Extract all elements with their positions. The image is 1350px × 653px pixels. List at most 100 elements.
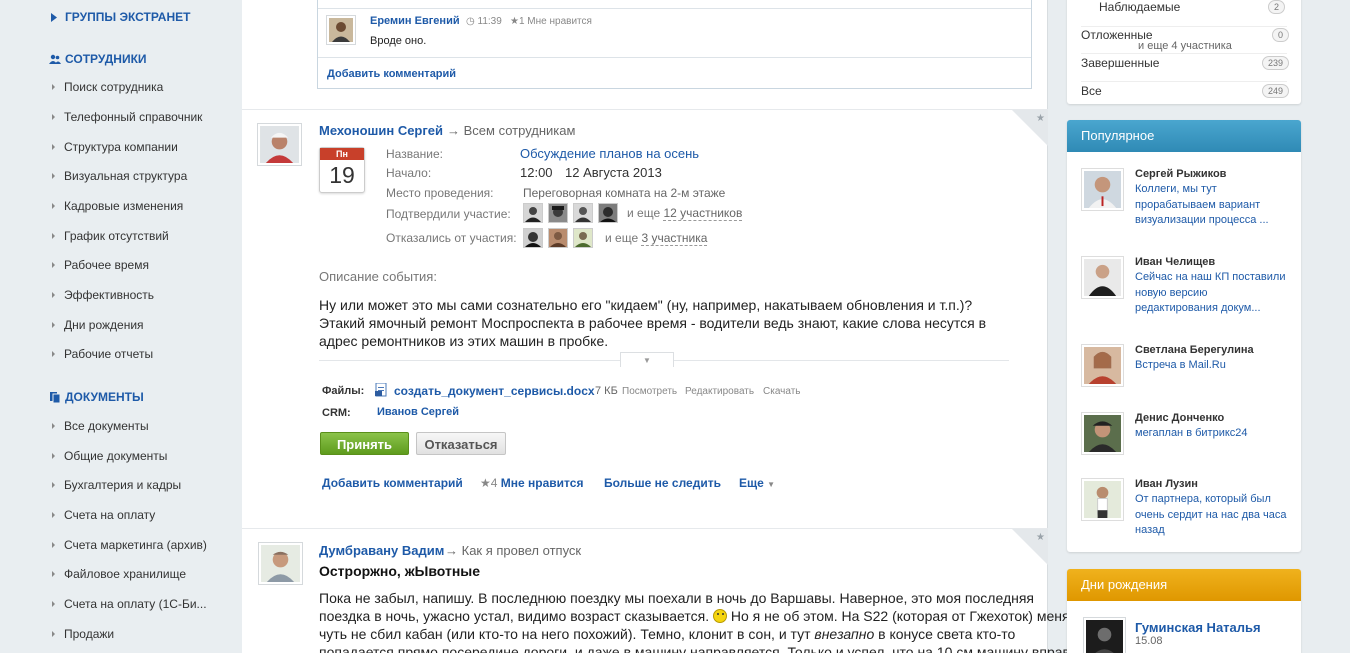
popular-item-link[interactable]: мегаплан в битрикс24 — [1135, 426, 1291, 442]
avatar[interactable] — [1081, 256, 1124, 299]
avatar[interactable] — [1083, 617, 1126, 653]
post-recipients-label[interactable]: Как я провел отпуск — [462, 543, 582, 558]
sidebar-item-label: Счета на оплату — [64, 508, 156, 522]
avatar-photo-icon — [1084, 259, 1121, 296]
sidebar-item-birthdays[interactable]: Дни рождения — [52, 318, 144, 332]
bullet-arrow-icon — [52, 144, 55, 150]
participant-avatar[interactable] — [548, 203, 568, 223]
file-view-link[interactable]: Посмотреть — [622, 386, 677, 397]
participant-avatar[interactable] — [573, 203, 593, 223]
sidebar-item-accounting[interactable]: Бухгалтерия и кадры — [52, 478, 181, 492]
popular-item-link[interactable]: Сейчас на наш КП поставили новую версию … — [1135, 270, 1291, 317]
crm-contact-link[interactable]: Иванов Сергей — [377, 406, 459, 418]
confirmed-more: и еще 12 участников — [627, 206, 743, 221]
avatar[interactable] — [1081, 412, 1124, 455]
comment-item: Еремин Евгений ◷ 11:39 ★1 Мне нравится В… — [318, 8, 1031, 58]
favorite-corner[interactable]: ★ — [1012, 529, 1048, 565]
like-button[interactable]: ★4 Мне нравится — [480, 476, 583, 490]
accept-button[interactable]: Принять — [320, 432, 409, 455]
sidebar-item-phone-directory[interactable]: Телефонный справочник — [52, 110, 202, 124]
post-author-avatar[interactable] — [258, 542, 303, 585]
confirmed-more-prefix: и еще — [627, 206, 661, 220]
sidebar-item-employee-search[interactable]: Поиск сотрудника — [52, 80, 163, 94]
post-recipients-label[interactable]: Всем сотрудникам — [464, 123, 576, 138]
sidebar-item-shared-documents[interactable]: Общие документы — [52, 449, 167, 463]
sidebar-item-label: Продажи — [64, 627, 115, 641]
confirmed-more-link[interactable]: 12 участников — [663, 206, 743, 221]
bullet-arrow-icon — [52, 322, 55, 328]
sidebar-item-label: Общие документы — [64, 449, 168, 463]
declined-avatar[interactable] — [573, 228, 593, 248]
declined-more-prefix: и еще — [605, 231, 639, 245]
file-link[interactable]: создать_документ_сервисы.docx — [394, 384, 595, 398]
avatar[interactable] — [1081, 168, 1124, 211]
sidebar-item-work-time[interactable]: Рабочее время — [52, 258, 149, 272]
popular-item-link[interactable]: Коллеги, мы тут прорабатываем вариант ви… — [1135, 182, 1291, 229]
birthday-person-link[interactable]: Гуминская Наталья — [1135, 620, 1261, 635]
declined-more: и еще 3 участника — [605, 231, 708, 246]
post-text-line: поездка в ночь, ужасно устал, видимо воз… — [319, 607, 1070, 625]
file-edit-link[interactable]: Редактировать — [685, 386, 754, 397]
favorite-corner[interactable]: ★ — [1012, 110, 1048, 146]
unfollow-link[interactable]: Больше не следить — [604, 476, 721, 490]
popular-header: Популярное — [1067, 120, 1301, 152]
avatar[interactable] — [1081, 478, 1124, 521]
sidebar-item-visual-structure[interactable]: Визуальная структура — [52, 169, 187, 183]
file-download-link[interactable]: Скачать — [763, 386, 801, 397]
declined-avatar[interactable] — [523, 228, 543, 248]
post-author[interactable]: Мехоношин Сергей — [319, 123, 443, 138]
declined-more-link[interactable]: 3 участника — [641, 231, 708, 246]
popular-panel: Популярное Сергей Рыжиков Коллеги, мы ту… — [1067, 120, 1301, 552]
bullet-arrow-icon — [52, 292, 55, 298]
popular-item-link[interactable]: От партнера, который был очень сердит на… — [1135, 492, 1291, 539]
popular-item-link[interactable]: Встреча в Mail.Ru — [1135, 358, 1291, 374]
sidebar-item-invoices-1c[interactable]: Счета на оплату (1С-Би... — [52, 597, 207, 611]
sidebar-item-label: Дни рождения — [64, 318, 144, 332]
sidebar-item-sales[interactable]: Продажи — [52, 627, 114, 641]
avatar[interactable] — [326, 15, 356, 45]
post-author[interactable]: Думбравану Вадим — [319, 543, 444, 558]
counter-row-completed[interactable]: Завершенные 239 — [1081, 56, 1289, 70]
sidebar-item-file-storage[interactable]: Файловое хранилище — [52, 567, 186, 581]
sidebar-item-label: Кадровые изменения — [64, 199, 184, 213]
sidebar-item-company-structure[interactable]: Структура компании — [52, 140, 178, 154]
post-text-line: Пока не забыл, напишу. В последнюю поезд… — [319, 590, 1035, 606]
counter-row-watched[interactable]: Наблюдаемые 2 — [1081, 0, 1285, 14]
decline-button[interactable]: Отказаться — [416, 432, 506, 455]
add-comment-link[interactable]: Добавить комментарий — [327, 68, 456, 80]
comment-author[interactable]: Еремин Евгений — [370, 15, 460, 27]
sidebar-item-marketing-invoices[interactable]: Счета маркетинга (архив) — [52, 538, 207, 552]
section-employees[interactable]: СОТРУДНИКИ — [49, 52, 147, 66]
avatar-photo-icon — [575, 232, 591, 247]
like-count: 4 — [490, 476, 498, 490]
counter-separator — [1081, 26, 1287, 27]
avatar[interactable] — [1081, 344, 1124, 387]
section-documents[interactable]: ДОКУМЕНТЫ — [49, 390, 144, 404]
event-name-link[interactable]: Обсуждение планов на осень — [520, 146, 699, 161]
arrow-right-icon: → — [445, 543, 458, 558]
avatar-photo-icon — [261, 545, 300, 582]
sidebar-item-invoices[interactable]: Счета на оплату — [52, 508, 155, 522]
participant-avatar[interactable] — [523, 203, 543, 223]
comments-block: Еремин Евгений ◷ 11:39 ★1 Мне нравится В… — [317, 0, 1032, 89]
comment-text: Вроде оно. — [370, 35, 427, 47]
sidebar-item-hr-changes[interactable]: Кадровые изменения — [52, 199, 183, 213]
post-title: Остроржно, жЫвотные — [319, 563, 481, 579]
post-author-avatar[interactable] — [257, 123, 302, 166]
bullet-arrow-icon — [52, 512, 55, 518]
section-extranet-groups[interactable]: ГРУППЫ ЭКСТРАНЕТ — [49, 10, 190, 24]
expand-toggle[interactable]: ▼ — [620, 352, 674, 367]
more-label: Еще — [739, 476, 764, 490]
participant-avatar[interactable] — [598, 203, 618, 223]
sidebar-item-all-documents[interactable]: Все документы — [52, 419, 149, 433]
files-label: Файлы: — [322, 385, 365, 397]
counter-row-all[interactable]: Все 249 — [1081, 84, 1289, 98]
add-comment-link[interactable]: Добавить комментарий — [322, 476, 463, 490]
declined-avatar[interactable] — [548, 228, 568, 248]
sidebar-item-work-reports[interactable]: Рабочие отчеты — [52, 347, 153, 361]
sidebar-item-absence-chart[interactable]: График отсутствий — [52, 229, 169, 243]
more-menu[interactable]: Еще ▼ — [739, 476, 775, 490]
comment-likes[interactable]: ★1 Мне нравится — [510, 16, 592, 27]
popular-item-author: Сергей Рыжиков — [1135, 168, 1227, 180]
sidebar-item-efficiency[interactable]: Эффективность — [52, 288, 154, 302]
